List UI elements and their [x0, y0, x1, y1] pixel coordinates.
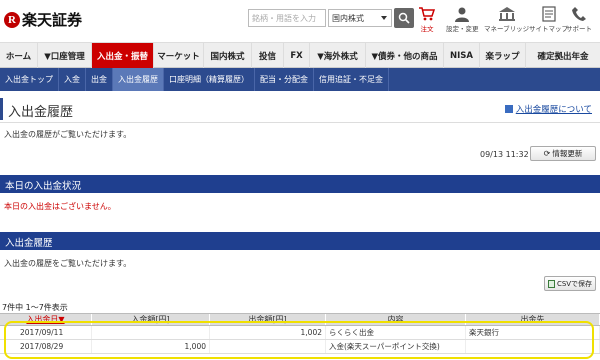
result-count: 7件中 1〜7件表示	[2, 303, 68, 312]
history-table: 入出金日▼ 入金額[円] 出金額[円] 内容 出金先 2017/09/11 1,…	[0, 313, 600, 354]
link-arrow-icon	[504, 105, 513, 113]
nav-home[interactable]: ホーム	[0, 43, 38, 68]
settings-link[interactable]: 設定・変更	[446, 6, 479, 33]
page-description: 入出金の履歴がご覧いただけます。	[4, 130, 132, 139]
subnav-statement[interactable]: 口座明細（精算履歴）	[164, 68, 255, 91]
settings-label: 設定・変更	[446, 25, 479, 33]
subnav-history[interactable]: 入出金履歴	[113, 68, 164, 91]
col-date-header[interactable]: 入出金日▼	[0, 314, 92, 325]
today-section-header: 本日の入出金状況	[0, 175, 600, 193]
cell-content: 入金(楽天スーパーポイント交換)	[326, 340, 466, 353]
title-accent-bar	[0, 98, 3, 120]
subnav-withdraw[interactable]: 出金	[86, 68, 113, 91]
nav-nisa[interactable]: NISA	[444, 43, 480, 68]
refresh-label: 情報更新	[552, 149, 583, 158]
csv-save-button[interactable]: CSVで保存	[544, 276, 596, 291]
order-label: 注文	[420, 25, 434, 33]
order-link[interactable]: 注文	[418, 6, 436, 33]
help-link[interactable]: 入出金履歴について	[504, 103, 592, 115]
col-withdraw-header: 出金額[円]	[210, 314, 326, 325]
support-link[interactable]: サポート	[566, 6, 592, 33]
nav-foreign-stock[interactable]: ▼海外株式	[310, 43, 366, 68]
cell-withdraw	[210, 340, 326, 353]
main-nav: ホーム ▼口座管理 入出金・振替 マーケット 国内株式 投信 FX ▼海外株式 …	[0, 42, 600, 68]
timestamp: 09/13 11:32	[480, 150, 529, 159]
cell-deposit: 1,000	[92, 340, 210, 353]
cart-icon	[419, 7, 436, 21]
nav-market[interactable]: マーケット	[154, 43, 204, 68]
money-bridge-label: マネーブリッジ	[484, 25, 530, 33]
money-bridge-link[interactable]: マネーブリッジ	[484, 6, 529, 33]
sub-nav: 入出金トップ 入金 出金 入出金履歴 口座明細（精算履歴） 配当・分配金 信用追…	[0, 68, 600, 91]
cell-deposit	[92, 326, 210, 339]
nav-bonds[interactable]: ▼債券・他の商品	[366, 43, 444, 68]
table-row: 2017/08/29 1,000 入金(楽天スーパーポイント交換)	[0, 340, 600, 354]
refresh-button[interactable]: ⟳ 情報更新	[530, 146, 596, 161]
nav-domestic-stock[interactable]: 国内株式	[204, 43, 252, 68]
cell-destination: 楽天銀行	[466, 326, 600, 339]
col-deposit-header: 入金額[円]	[92, 314, 210, 325]
page-title: 入出金履歴	[8, 105, 74, 120]
col-content-header: 内容	[326, 314, 466, 325]
category-select[interactable]: 国内株式	[328, 9, 392, 27]
chevron-down-icon	[381, 16, 387, 20]
history-section-header: 入出金履歴	[0, 232, 600, 250]
support-label: サポート	[566, 25, 592, 33]
sitemap-label: サイトマップ	[529, 25, 568, 33]
csv-label: CSVで保存	[556, 279, 593, 288]
top-header: R 楽天証券 銘柄・用語を入力 国内株式 注文 設定・変更 マネーブリッジ サイ…	[0, 0, 600, 40]
rakuten-logo[interactable]: R 楽天証券	[4, 9, 82, 30]
help-link-label: 入出金履歴について	[515, 105, 592, 115]
logo-text: 楽天証券	[22, 11, 83, 29]
nav-account[interactable]: ▼口座管理	[38, 43, 92, 68]
person-icon	[455, 7, 470, 22]
cell-destination	[466, 340, 600, 353]
nav-ideco[interactable]: 確定拠出年金	[526, 43, 600, 68]
nav-fund[interactable]: 投信	[252, 43, 284, 68]
cell-content: らくらく出金	[326, 326, 466, 339]
no-transactions-message: 本日の入出金はございません。	[4, 202, 116, 211]
category-select-value: 国内株式	[332, 14, 364, 23]
nav-rakuwrap[interactable]: 楽ラップ	[480, 43, 526, 68]
subnav-deposit[interactable]: 入金	[59, 68, 86, 91]
divider	[0, 122, 600, 123]
history-description: 入出金の履歴をご覧いただけます。	[4, 259, 132, 268]
nav-deposit-transfer[interactable]: 入出金・振替	[92, 43, 154, 68]
subnav-dividend[interactable]: 配当・分配金	[255, 68, 314, 91]
search-icon	[398, 12, 410, 24]
refresh-icon: ⟳	[543, 149, 551, 158]
csv-icon	[547, 279, 555, 288]
page-header: 入出金履歴 入出金履歴について	[0, 98, 600, 120]
phone-icon	[572, 7, 586, 21]
search-input[interactable]: 銘柄・用語を入力	[248, 9, 326, 27]
sitemap-icon	[541, 6, 556, 22]
nav-fx[interactable]: FX	[284, 43, 310, 68]
cell-date: 2017/08/29	[0, 340, 92, 353]
bank-icon	[498, 7, 515, 21]
cell-withdraw: 1,002	[210, 326, 326, 339]
subnav-top[interactable]: 入出金トップ	[0, 68, 59, 91]
cell-date: 2017/09/11	[0, 326, 92, 339]
subnav-margin[interactable]: 信用追証・不足金	[314, 68, 389, 91]
search-button[interactable]	[394, 8, 414, 28]
sitemap-link[interactable]: サイトマップ	[529, 6, 568, 33]
logo-r-mark: R	[4, 11, 20, 28]
col-destination-header: 出金先	[466, 314, 600, 325]
table-row: 2017/09/11 1,002 らくらく出金 楽天銀行	[0, 326, 600, 340]
table-header: 入出金日▼ 入金額[円] 出金額[円] 内容 出金先	[0, 313, 600, 326]
